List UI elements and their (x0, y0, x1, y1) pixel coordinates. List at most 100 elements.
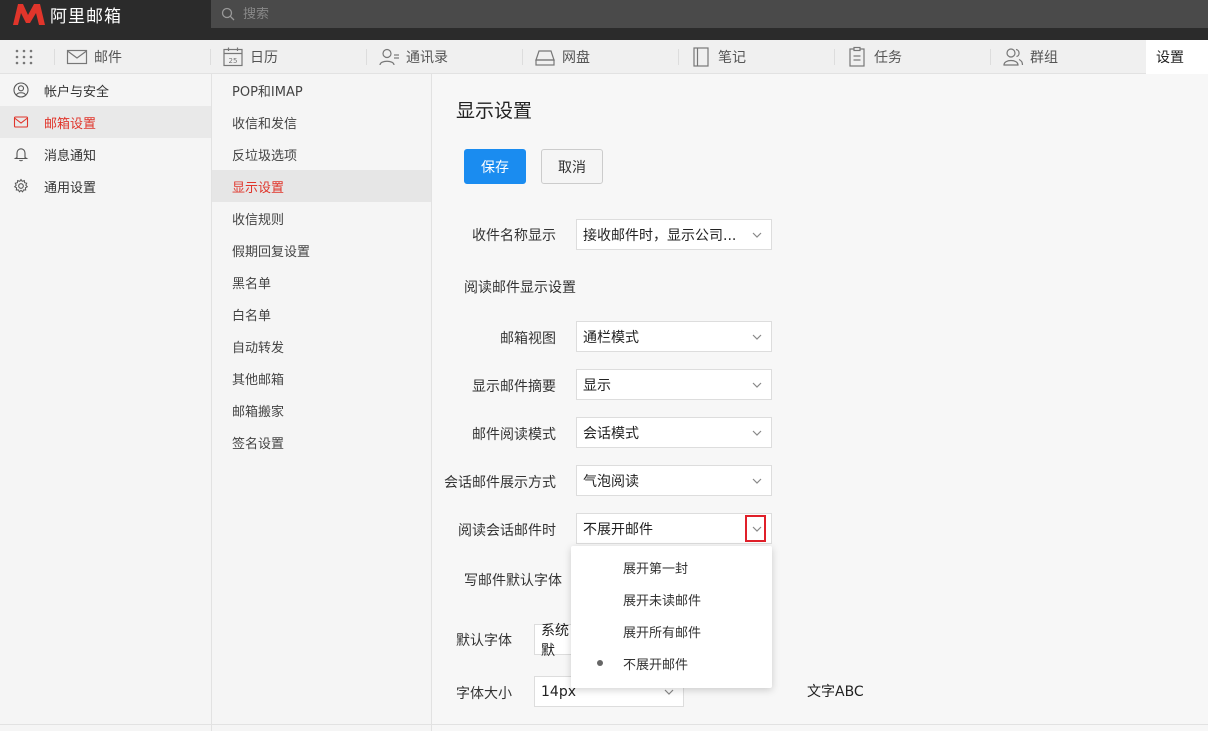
submenu-item-auto-forward[interactable]: 自动转发 (212, 330, 431, 362)
read-conversation-label: 阅读会话邮件时 (458, 523, 556, 539)
chevron-down-icon (752, 526, 762, 532)
select-value: 会话模式 (583, 425, 639, 442)
dropdown-option-expand-unread[interactable]: 展开未读邮件 (571, 583, 772, 615)
nav-item-label: 群组 (1030, 50, 1058, 66)
bottom-divider (0, 724, 1208, 725)
nav-divider (678, 49, 679, 65)
nav-divider (834, 49, 835, 65)
task-icon (849, 46, 865, 67)
nav-item-groups[interactable]: 群组 (1002, 40, 1058, 74)
sidebar-item-notifications[interactable]: 消息通知 (0, 138, 211, 170)
settings-sidebar: 帐户与安全 邮箱设置 消息通知 通用设置 (0, 74, 212, 731)
submenu-item-mailbox-migration[interactable]: 邮箱搬家 (212, 394, 431, 426)
bell-icon (13, 148, 29, 162)
search-box[interactable] (211, 0, 1208, 28)
read-settings-section-label: 阅读邮件显示设置 (464, 280, 576, 296)
group-icon (1003, 48, 1024, 66)
option-label: 展开未读邮件 (623, 593, 702, 609)
nav-item-tasks[interactable]: 任务 (846, 40, 902, 74)
mail-icon (66, 49, 88, 65)
nav-item-label: 通讯录 (406, 50, 448, 66)
nav-item-mail[interactable]: 邮件 (66, 40, 122, 74)
chevron-down-icon (752, 478, 762, 484)
select-value: 接收邮件时，显示公司... (583, 227, 737, 244)
app-window: 阿里邮箱 邮件 25 日历 (0, 0, 1208, 731)
select-value: 不展开邮件 (583, 521, 653, 538)
apps-grid-icon[interactable] (14, 48, 34, 66)
conversation-display-label: 会话邮件展示方式 (444, 475, 556, 491)
selected-dot-icon (597, 660, 603, 666)
nav-item-notes[interactable]: 笔记 (690, 40, 746, 74)
save-button[interactable]: 保存 (464, 149, 526, 184)
top-bar: 阿里邮箱 (0, 0, 1208, 40)
submenu-item-vacation-reply[interactable]: 假期回复设置 (212, 234, 431, 266)
chevron-down-icon (752, 430, 762, 436)
read-conversation-select[interactable]: 不展开邮件 (576, 513, 772, 544)
gear-icon (13, 178, 29, 193)
submenu-item-display-settings[interactable]: 显示设置 (212, 170, 431, 202)
sidebar-item-label: 邮箱设置 (44, 116, 97, 132)
nav-item-drive[interactable]: 网盘 (534, 40, 590, 74)
dropdown-option-expand-first[interactable]: 展开第一封 (571, 551, 772, 583)
contacts-icon (379, 48, 399, 66)
nav-divider (54, 49, 55, 65)
recipient-name-label: 收件名称显示 (472, 228, 556, 244)
sidebar-item-general-settings[interactable]: 通用设置 (0, 170, 211, 202)
submenu-item-signature[interactable]: 签名设置 (212, 426, 431, 458)
logo[interactable]: 阿里邮箱 (12, 0, 122, 28)
display-settings-panel: 显示设置 保存 取消 收件名称显示 接收邮件时，显示公司... 阅读邮件显示设置… (432, 74, 1208, 731)
font-size-label: 字体大小 (456, 686, 512, 702)
search-input[interactable] (243, 6, 643, 22)
notebook-icon (693, 47, 709, 67)
compose-font-section-label: 写邮件默认字体 (464, 573, 562, 589)
select-value: 显示 (583, 377, 611, 394)
page-title: 显示设置 (456, 100, 533, 122)
read-mode-label: 邮件阅读模式 (472, 427, 556, 443)
nav-item-label: 日历 (250, 50, 278, 66)
nav-item-settings[interactable]: 设置 (1146, 40, 1208, 74)
sidebar-item-account-security[interactable]: 帐户与安全 (0, 74, 211, 106)
show-summary-select[interactable]: 显示 (576, 369, 772, 400)
read-mode-select[interactable]: 会话模式 (576, 417, 772, 448)
nav-item-label: 邮件 (94, 50, 122, 66)
mailbox-view-select[interactable]: 通栏模式 (576, 321, 772, 352)
nav-divider (366, 49, 367, 65)
nav-item-label: 任务 (874, 50, 902, 66)
submenu-item-blacklist[interactable]: 黑名单 (212, 266, 431, 298)
submenu-item-receive-rules[interactable]: 收信规则 (212, 202, 431, 234)
recipient-name-select[interactable]: 接收邮件时，显示公司... (576, 219, 772, 250)
dropdown-option-no-expand[interactable]: 不展开邮件 (571, 647, 772, 679)
select-value: 系统默 (541, 622, 569, 659)
cancel-button[interactable]: 取消 (541, 149, 603, 184)
nav-divider (210, 49, 211, 65)
option-label: 不展开邮件 (623, 657, 689, 673)
sidebar-item-label: 通用设置 (44, 180, 97, 196)
logo-text: 阿里邮箱 (50, 6, 122, 27)
submenu-item-whitelist[interactable]: 白名单 (212, 298, 431, 330)
conversation-display-select[interactable]: 气泡阅读 (576, 465, 772, 496)
app-nav-bar: 邮件 25 日历 通讯录 网盘 笔记 任务 群组 设置 (0, 40, 1208, 74)
nav-divider (990, 49, 991, 65)
nav-item-label: 网盘 (562, 50, 590, 66)
submenu-item-anti-spam[interactable]: 反垃圾选项 (212, 138, 431, 170)
submenu-item-pop-imap[interactable]: POP和IMAP (212, 74, 431, 106)
default-font-select[interactable]: 系统默 (534, 623, 574, 659)
chevron-down-icon (752, 382, 762, 388)
drive-icon (535, 50, 555, 66)
submenu-item-send-receive[interactable]: 收信和发信 (212, 106, 431, 138)
mail-icon (13, 116, 29, 128)
calendar-icon: 25 (223, 47, 243, 67)
font-preview-text: 文字ABC (807, 684, 864, 700)
sidebar-item-mailbox-settings[interactable]: 邮箱设置 (0, 106, 211, 138)
select-value: 气泡阅读 (583, 473, 639, 490)
nav-item-calendar[interactable]: 25 日历 (222, 40, 278, 74)
submenu-item-other-mailboxes[interactable]: 其他邮箱 (212, 362, 431, 394)
sidebar-item-label: 帐户与安全 (44, 84, 110, 100)
user-icon (13, 82, 29, 98)
mailbox-view-label: 邮箱视图 (500, 331, 556, 347)
dropdown-option-expand-all[interactable]: 展开所有邮件 (571, 615, 772, 647)
mailbox-settings-submenu: POP和IMAP 收信和发信 反垃圾选项 显示设置 收信规则 假期回复设置 黑名… (212, 74, 432, 731)
nav-item-contacts[interactable]: 通讯录 (378, 40, 448, 74)
nav-divider (522, 49, 523, 65)
nav-item-label: 笔记 (718, 50, 746, 66)
